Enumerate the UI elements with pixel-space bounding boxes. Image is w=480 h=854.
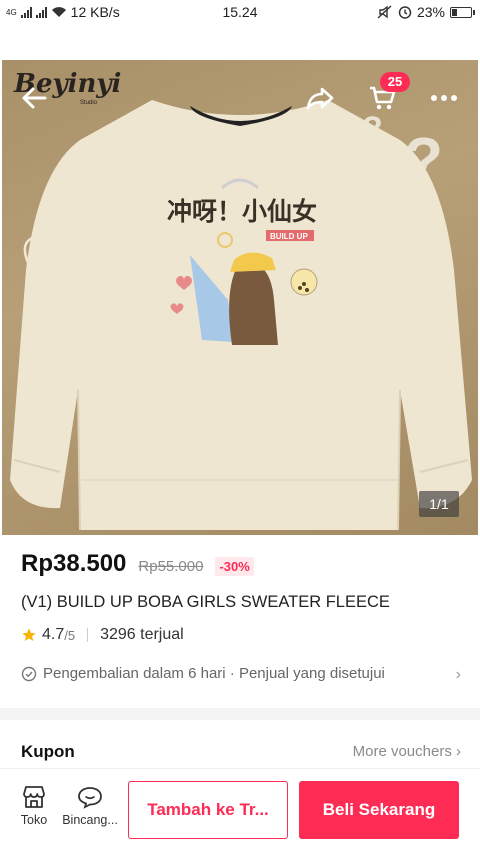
kupon-title: Kupon (21, 742, 75, 761)
chat-button[interactable]: Bincang... (61, 785, 119, 827)
alarm-icon (398, 6, 412, 19)
product-title: (V1) BUILD UP BOBA GIRLS SWEATER FLEECE (21, 593, 390, 611)
battery-percent: 23% (416, 4, 445, 20)
price: Rp38.500 (21, 550, 127, 577)
rating-row[interactable]: 4.7 /5 3296 terjual (21, 626, 184, 644)
buy-now-button[interactable]: Beli Sekarang (299, 781, 459, 839)
share-icon[interactable] (300, 78, 340, 118)
shop-icon (23, 786, 45, 808)
kupon-section: Kupon More vouchers › (21, 742, 461, 762)
add-to-cart-button[interactable]: Tambah ke Tr... (128, 781, 288, 839)
top-nav: 25 (0, 72, 480, 118)
battery-icon (450, 6, 475, 18)
return-policy-text: Pengembalian dalam 6 hari · Penjual yang… (43, 665, 385, 682)
price-row: Rp38.500 Rp55.000 -30% (21, 550, 254, 578)
chat-label: Bincang... (62, 813, 118, 827)
discount-badge: -30% (215, 557, 254, 576)
chevron-right-icon: › (455, 666, 461, 683)
return-policy-row[interactable]: Pengembalian dalam 6 hari · Penjual yang… (21, 665, 461, 683)
product-image[interactable]: ? ? 冲呀！小仙女 BUILD UP Beyinyi Studio (2, 60, 478, 535)
status-bar: 4G 12 KB/s 15.24 23% (0, 0, 480, 26)
image-counter: 1/1 (419, 491, 459, 517)
more-vouchers-link[interactable]: More vouchers › (353, 743, 461, 760)
bottom-action-bar: Toko Bincang... Tambah ke Tr... Beli Sek… (0, 768, 480, 854)
cart-button[interactable]: 25 (362, 72, 410, 118)
back-arrow-icon[interactable] (14, 78, 54, 118)
shop-label: Toko (20, 813, 48, 827)
divider (87, 628, 89, 642)
section-divider (0, 708, 480, 720)
spacer (0, 26, 480, 60)
sold-count: 3296 terjual (100, 626, 184, 643)
cart-count-badge: 25 (380, 72, 410, 92)
print-label: BUILD UP (270, 232, 308, 241)
print-text: 冲呀！小仙女 (167, 197, 317, 226)
check-circle-icon (21, 666, 37, 681)
mute-icon (377, 5, 392, 19)
rating-value: 4.7 (42, 626, 65, 643)
star-icon (22, 628, 36, 641)
sweater-illustration: ? ? 冲呀！小仙女 BUILD UP Beyinyi Studio (10, 69, 472, 531)
shop-button[interactable]: Toko (9, 785, 59, 827)
rating-max: /5 (64, 627, 76, 643)
more-icon[interactable] (424, 78, 464, 118)
clock: 15.24 (222, 4, 258, 20)
chat-icon (78, 787, 102, 809)
original-price: Rp55.000 (138, 558, 204, 575)
